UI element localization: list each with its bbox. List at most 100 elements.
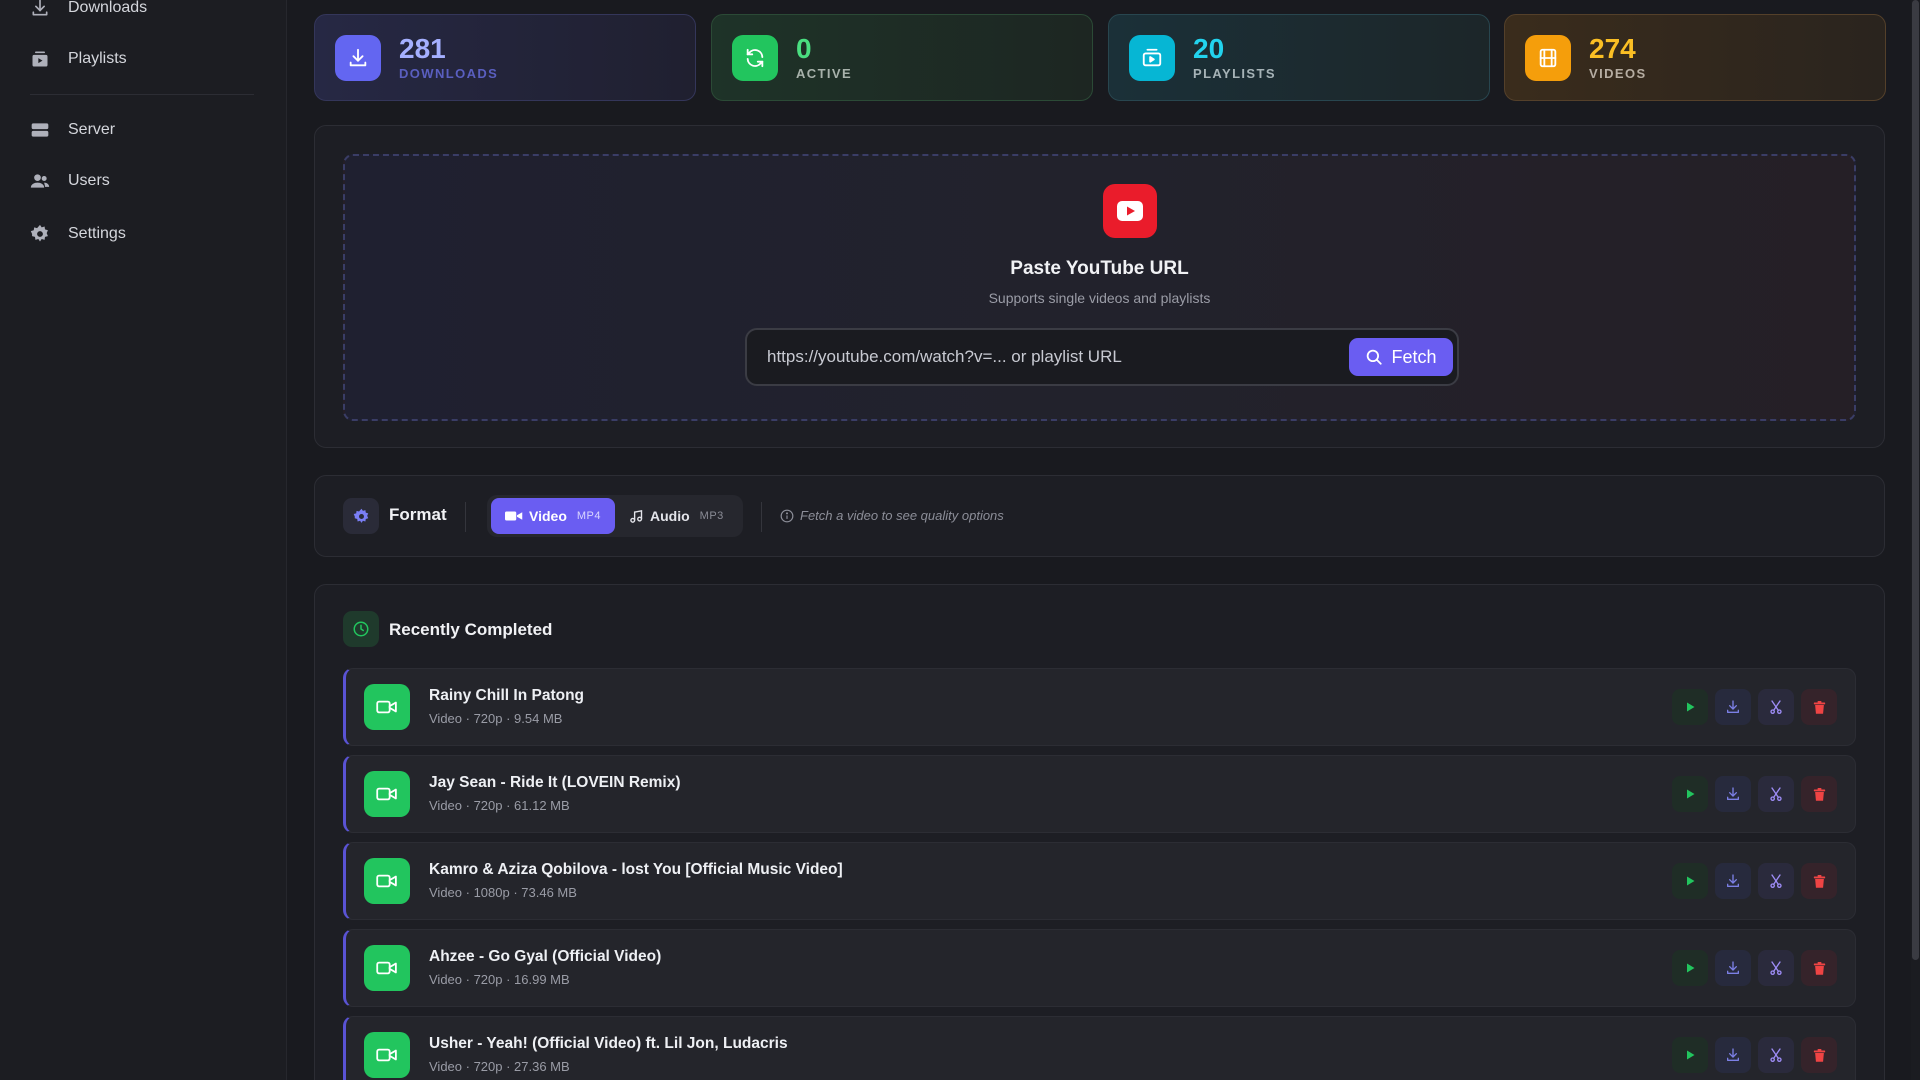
play-icon xyxy=(1687,789,1695,799)
play-icon xyxy=(1687,1050,1695,1060)
item-title: Jay Sean - Ride It (LOVEIN Remix) xyxy=(429,774,681,791)
sidebar-item-server[interactable]: Server xyxy=(30,117,115,143)
recent-title: Recently Completed xyxy=(389,620,553,639)
play-button[interactable] xyxy=(1672,950,1708,986)
download-button[interactable] xyxy=(1715,776,1751,812)
stat-card-videos: 274 VIDEOS xyxy=(1504,14,1886,101)
scissors-icon xyxy=(1770,961,1782,975)
list-item[interactable]: Ahzee - Go Gyal (Official Video) Video ·… xyxy=(343,929,1856,1007)
format-video-button[interactable]: Video MP4 xyxy=(491,498,615,534)
trim-button[interactable] xyxy=(1758,776,1794,812)
item-actions xyxy=(1672,1037,1837,1073)
search-icon xyxy=(1367,349,1383,365)
download-button[interactable] xyxy=(1715,689,1751,725)
url-input-box: Fetch xyxy=(745,328,1459,386)
url-dropzone[interactable]: Paste YouTube URL Supports single videos… xyxy=(343,154,1856,421)
scissors-icon xyxy=(1770,700,1782,714)
trash-icon xyxy=(1813,874,1825,888)
format-audio-tag: MP3 xyxy=(699,510,724,522)
delete-button[interactable] xyxy=(1801,776,1837,812)
delete-button[interactable] xyxy=(1801,863,1837,899)
url-panel-title: Paste YouTube URL xyxy=(1010,258,1189,279)
stat-value: 274 xyxy=(1589,32,1636,64)
sidebar-item-label: Downloads xyxy=(68,0,148,16)
playlist-icon xyxy=(32,51,48,67)
scrollbar[interactable] xyxy=(1911,0,1920,1080)
scissors-icon xyxy=(1770,874,1782,888)
list-item[interactable]: Kamro & Aziza Qobilova - lost You [Offic… xyxy=(343,842,1856,920)
list-item[interactable]: Rainy Chill In Patong Video · 720p · 9.5… xyxy=(343,668,1856,746)
youtube-icon xyxy=(1103,184,1157,238)
url-input[interactable] xyxy=(767,344,1327,370)
download-button[interactable] xyxy=(1715,863,1751,899)
play-button[interactable] xyxy=(1672,776,1708,812)
list-item[interactable]: Usher - Yeah! (Official Video) ft. Lil J… xyxy=(343,1016,1856,1080)
format-hint-text: Fetch a video to see quality options xyxy=(800,508,1004,523)
download-button[interactable] xyxy=(1715,1037,1751,1073)
format-audio-button[interactable]: Audio MP3 xyxy=(629,498,724,534)
trim-button[interactable] xyxy=(1758,689,1794,725)
clock-icon xyxy=(343,611,379,647)
trim-button[interactable] xyxy=(1758,950,1794,986)
stat-value: 281 xyxy=(399,32,446,64)
scrollbar-thumb[interactable] xyxy=(1912,0,1919,960)
trash-icon xyxy=(1813,1048,1825,1062)
download-icon xyxy=(1727,874,1739,887)
stat-label: VIDEOS xyxy=(1589,65,1647,81)
stat-card-downloads: 281 DOWNLOADS xyxy=(314,14,696,101)
divider xyxy=(465,502,466,532)
delete-button[interactable] xyxy=(1801,950,1837,986)
users-icon xyxy=(30,174,50,188)
item-meta: Video · 720p · 9.54 MB xyxy=(429,711,563,726)
stat-value: 0 xyxy=(796,32,812,64)
gear-icon xyxy=(30,224,48,242)
format-video-tag: MP4 xyxy=(576,510,601,522)
item-meta: Video · 720p · 61.12 MB xyxy=(429,798,570,813)
film-icon xyxy=(1525,34,1571,81)
fetch-button[interactable]: Fetch xyxy=(1349,338,1453,376)
item-actions xyxy=(1672,689,1837,725)
format-audio-label: Audio xyxy=(650,508,690,524)
download-button[interactable] xyxy=(1715,950,1751,986)
item-title: Ahzee - Go Gyal (Official Video) xyxy=(429,948,662,965)
sidebar-item-playlists[interactable]: Playlists xyxy=(30,46,127,72)
delete-button[interactable] xyxy=(1801,689,1837,725)
trim-button[interactable] xyxy=(1758,863,1794,899)
format-panel: Format Video MP4 Audio MP3 Fetch a video… xyxy=(314,475,1885,557)
item-title: Usher - Yeah! (Official Video) ft. Lil J… xyxy=(429,1035,788,1052)
scissors-icon xyxy=(1770,787,1782,801)
download-icon xyxy=(335,34,381,81)
play-icon xyxy=(1687,876,1695,886)
trim-button[interactable] xyxy=(1758,1037,1794,1073)
video-icon xyxy=(364,1032,410,1078)
sidebar: Downloads Playlists Server Users Setting… xyxy=(0,0,287,1080)
download-icon xyxy=(1727,961,1739,974)
play-button[interactable] xyxy=(1672,689,1708,725)
sidebar-item-label: Users xyxy=(68,172,110,189)
url-panel: Paste YouTube URL Supports single videos… xyxy=(314,125,1885,448)
music-note-icon xyxy=(630,509,643,523)
item-actions xyxy=(1672,776,1837,812)
trash-icon xyxy=(1813,787,1825,801)
play-icon xyxy=(1687,963,1695,973)
refresh-icon xyxy=(732,34,778,81)
download-icon xyxy=(1727,700,1739,713)
play-button[interactable] xyxy=(1672,1037,1708,1073)
video-icon xyxy=(364,858,410,904)
item-meta: Video · 720p · 16.99 MB xyxy=(429,972,570,987)
format-hint: Fetch a video to see quality options xyxy=(780,508,1004,523)
playlist-icon xyxy=(1129,34,1175,81)
sidebar-item-settings[interactable]: Settings xyxy=(30,221,126,247)
info-icon xyxy=(780,509,794,522)
video-icon xyxy=(364,771,410,817)
sidebar-item-users[interactable]: Users xyxy=(30,168,110,194)
scissors-icon xyxy=(1770,1048,1782,1062)
delete-button[interactable] xyxy=(1801,1037,1837,1073)
stat-label: ACTIVE xyxy=(796,65,853,81)
trash-icon xyxy=(1813,961,1825,975)
video-icon xyxy=(364,684,410,730)
list-item[interactable]: Jay Sean - Ride It (LOVEIN Remix) Video … xyxy=(343,755,1856,833)
sidebar-item-downloads[interactable]: Downloads xyxy=(30,0,147,21)
play-button[interactable] xyxy=(1672,863,1708,899)
stat-label: DOWNLOADS xyxy=(399,65,499,81)
